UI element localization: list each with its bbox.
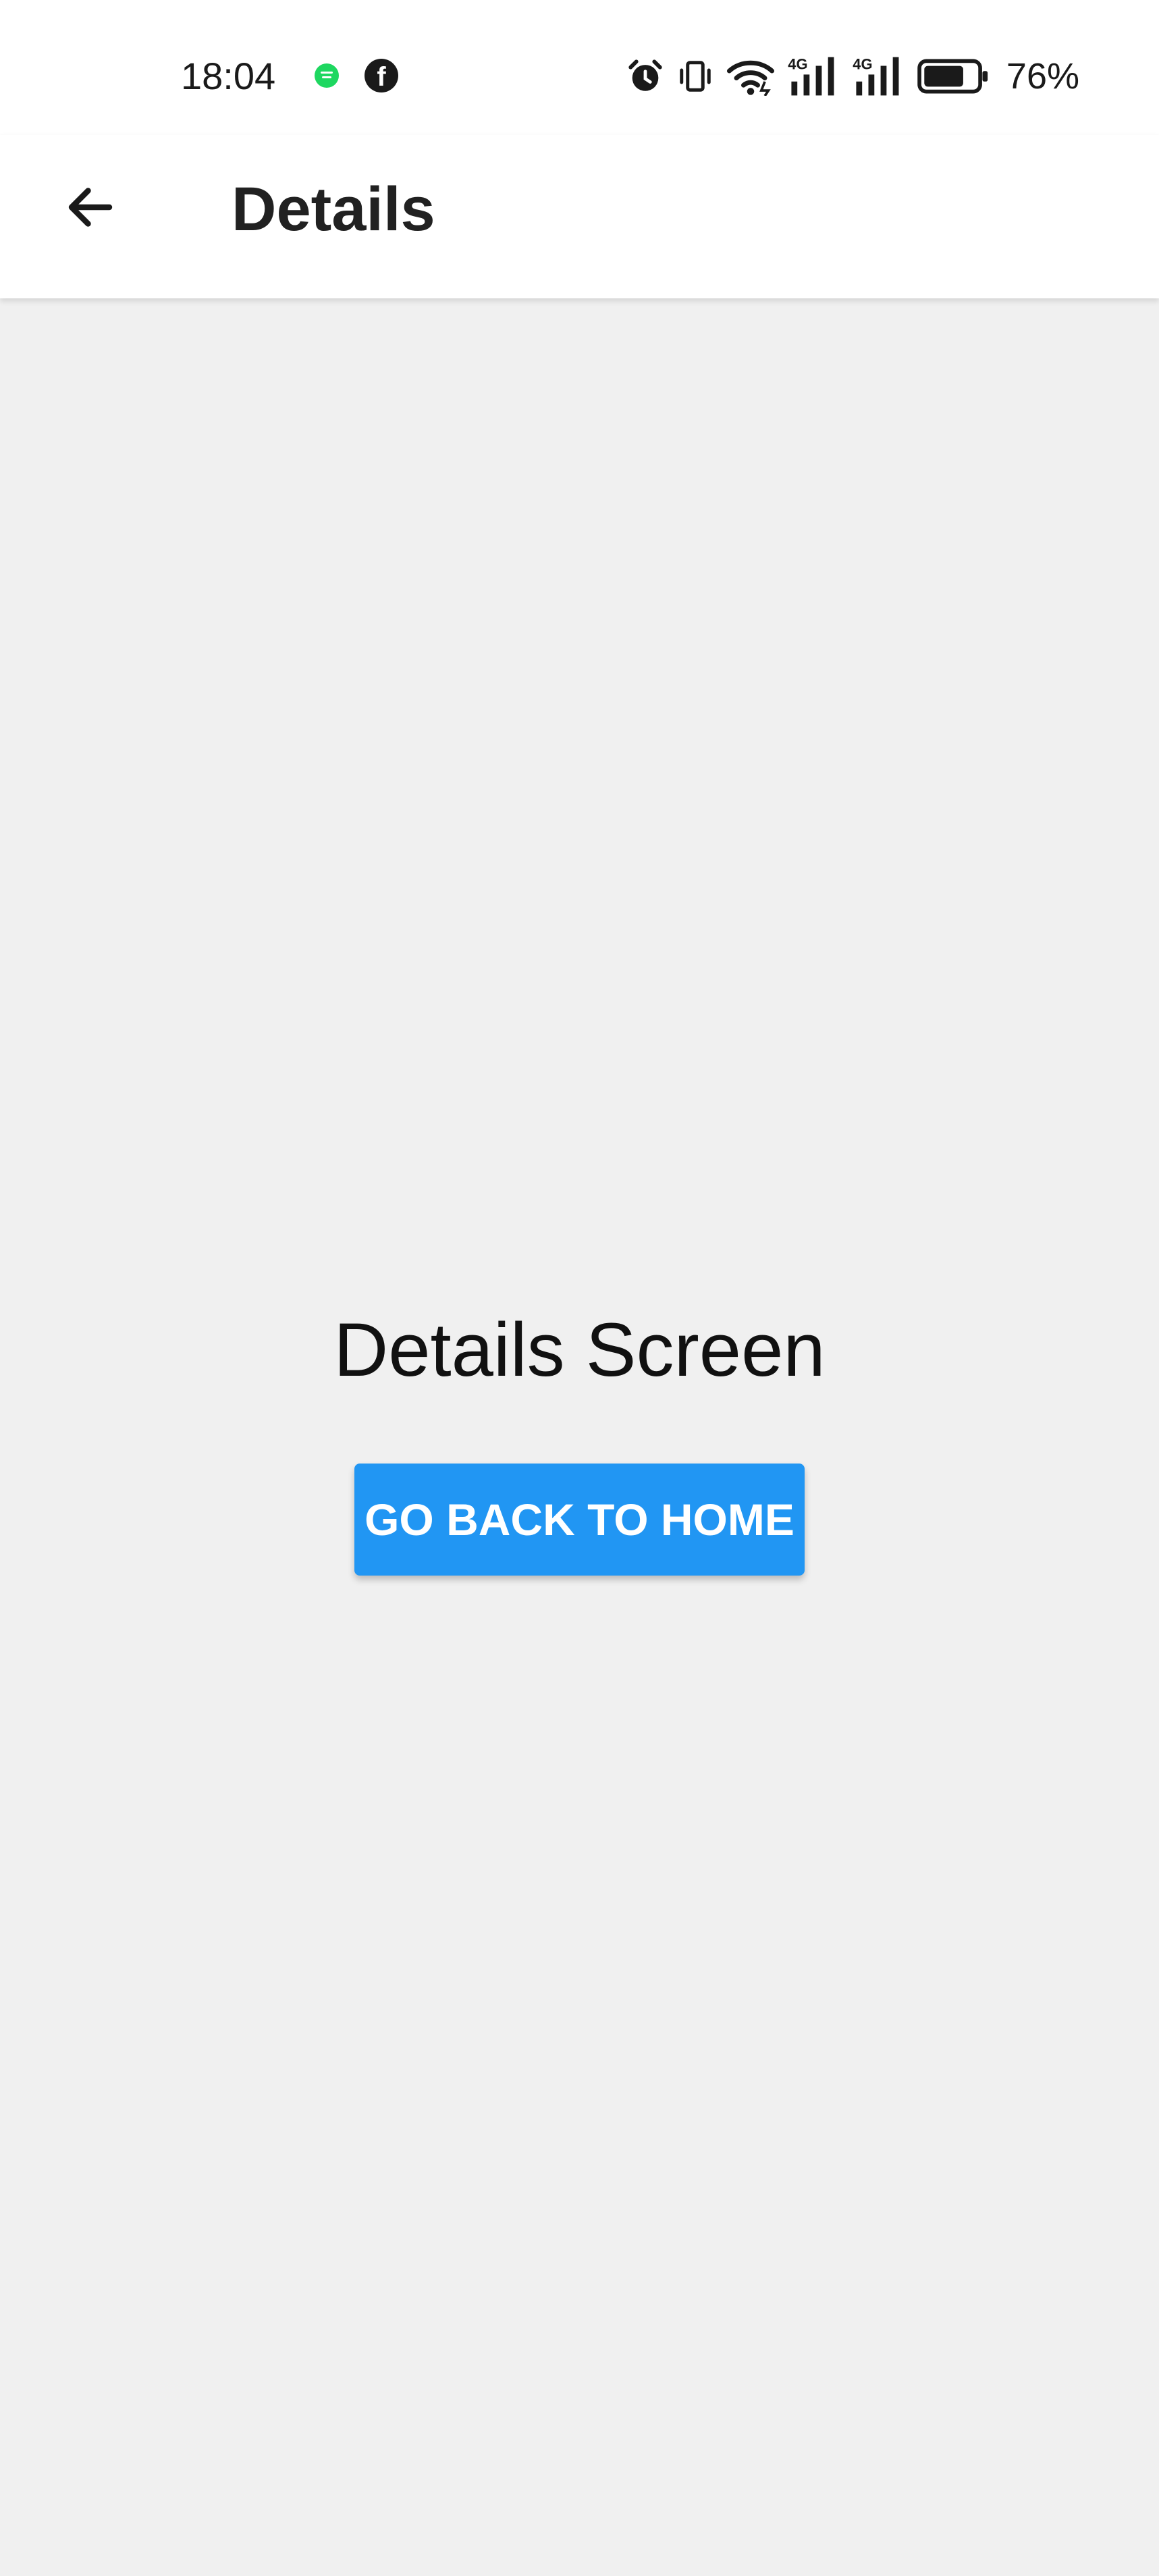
signal-4g-icon: 4G (788, 56, 834, 96)
back-button[interactable] (49, 165, 132, 249)
signal-4g-label: 4G (853, 56, 872, 73)
signal-4g-label: 4G (788, 56, 807, 73)
battery-level-fill (924, 65, 963, 87)
page-title: Details (232, 175, 435, 244)
facebook-icon: f (365, 59, 398, 92)
app-bar (0, 135, 1159, 298)
alarm-icon (628, 59, 662, 91)
status-bar: 18:04 f 4G 4G 76% (0, 0, 1159, 135)
battery-icon (917, 59, 988, 94)
battery-percent: 76% (1006, 56, 1079, 97)
spotify-icon (315, 63, 339, 88)
arrow-left-icon (68, 188, 113, 227)
wifi-icon (726, 60, 774, 96)
signal-4g-icon: 4G (853, 56, 899, 96)
status-icons: 4G 4G 76% (626, 53, 1079, 100)
status-time: 18:04 (181, 55, 276, 97)
vibrate-icon (680, 61, 711, 92)
go-back-home-button[interactable]: GO BACK TO HOME (354, 1464, 805, 1576)
screen-label: Details Screen (333, 1308, 826, 1392)
